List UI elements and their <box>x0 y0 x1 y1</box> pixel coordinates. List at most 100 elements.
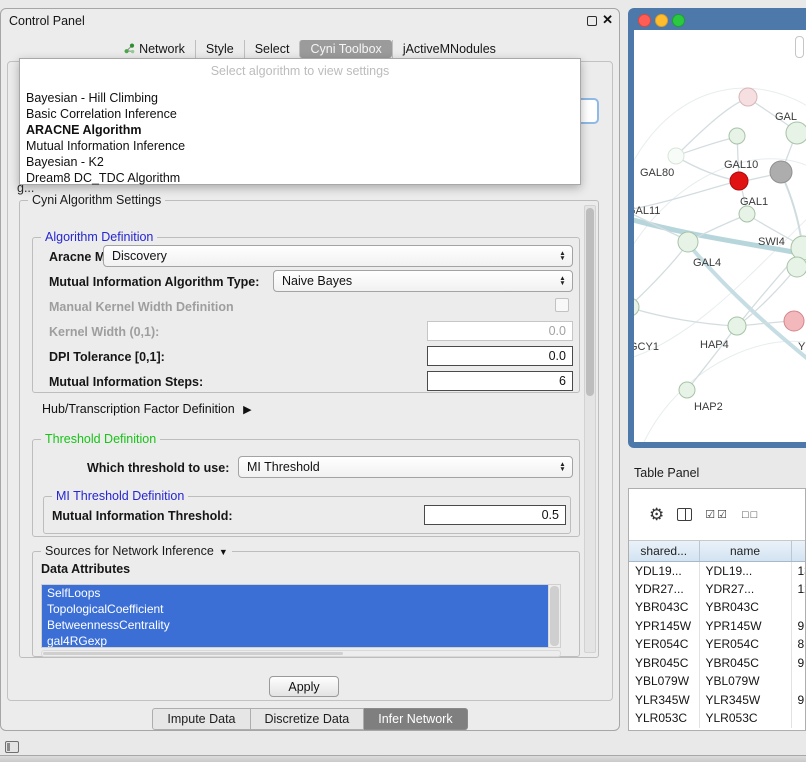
network-node[interactable] <box>739 88 757 106</box>
table-row[interactable]: YLR053CYLR053C <box>629 709 806 728</box>
attribute-item[interactable]: BetweennessCentrality <box>42 617 548 633</box>
tab-impute-data[interactable]: Impute Data <box>152 708 250 730</box>
threshold-definition-title: Threshold Definition <box>41 432 160 446</box>
mi-type-label: Mutual Information Algorithm Type: <box>49 275 259 289</box>
network-node[interactable] <box>728 317 746 335</box>
network-node[interactable] <box>634 298 639 316</box>
network-node[interactable] <box>739 206 755 222</box>
tab-select[interactable]: Select <box>244 40 300 58</box>
table-cell: YBR045C <box>629 654 699 673</box>
network-node[interactable] <box>786 122 806 144</box>
apply-button[interactable]: Apply <box>269 676 339 697</box>
network-node[interactable] <box>787 257 806 277</box>
network-canvas-svg: GALGAL80GAL10GAL11GAL1SWI4GAL4GCY1HAP4HA… <box>634 30 806 442</box>
table-toolbar: ⚙ ☑☑ □□ <box>629 489 805 541</box>
panel-toggle-icon[interactable] <box>5 741 19 753</box>
columns-icon[interactable] <box>677 508 692 521</box>
network-node[interactable] <box>784 311 804 331</box>
table-row[interactable]: YDL19...YDL19...13 <box>629 561 806 580</box>
algorithm-option[interactable]: Basic Correlation Inference <box>20 106 580 122</box>
aracne-mode-value: Discovery <box>112 249 556 263</box>
mi-steps-field[interactable]: 6 <box>427 371 573 391</box>
algorithm-option[interactable]: ARACNE Algorithm <box>20 122 580 138</box>
float-window-icon[interactable] <box>587 16 597 26</box>
network-node[interactable] <box>770 161 792 183</box>
dpi-tolerance-field[interactable]: 0.0 <box>427 346 573 366</box>
attributes-horizontal-scrollbar[interactable] <box>41 650 561 657</box>
attribute-item[interactable]: SelfLoops <box>42 585 548 601</box>
table-row[interactable]: YPR145WYPR145W9. <box>629 617 806 636</box>
tab-discretize-data[interactable]: Discretize Data <box>251 708 365 730</box>
settings-scrollbar-thumb[interactable] <box>586 208 594 396</box>
network-scrollbar[interactable] <box>795 36 804 58</box>
attribute-item[interactable]: TopologicalCoefficient <box>42 601 548 617</box>
network-node[interactable] <box>730 172 748 190</box>
tab-cyni-toolbox[interactable]: Cyni Toolbox <box>299 40 391 58</box>
mi-threshold-label: Mutual Information Threshold: <box>52 509 233 523</box>
table-cell: YBL079W <box>629 672 699 691</box>
network-node-label: HAP4 <box>700 339 729 351</box>
attributes-vertical-scrollbar[interactable] <box>548 585 560 647</box>
deselect-all-icon[interactable]: □□ <box>742 509 759 521</box>
network-node[interactable] <box>791 236 806 260</box>
mi-threshold-field[interactable]: 0.5 <box>424 505 566 525</box>
hub-definition-toggle[interactable]: Hub/Transcription Factor Definition ▶ <box>42 402 252 416</box>
algorithm-option[interactable]: Bayesian - K2 <box>20 154 580 170</box>
table-row[interactable]: YBL079WYBL079W <box>629 672 806 691</box>
tab-jactivemnodules[interactable]: jActiveMNodules <box>392 40 506 58</box>
sources-group: Sources for Network Inference▼ Data Attr… <box>32 551 580 657</box>
mi-steps-label: Mutual Information Steps: <box>49 375 203 389</box>
select-all-icon[interactable]: ☑☑ <box>705 508 729 521</box>
table-cell: YBR045C <box>699 654 791 673</box>
minimize-traffic-light[interactable] <box>655 14 668 27</box>
table-cell: YBR043C <box>629 598 699 617</box>
table-cell: 13 <box>791 561 806 580</box>
table-cell: YBL079W <box>699 672 791 691</box>
algorithm-definition-title: Algorithm Definition <box>41 230 157 244</box>
network-view-window: GALGAL80GAL10GAL11GAL1SWI4GAL4GCY1HAP4HA… <box>628 8 806 448</box>
threshold-definition-group: Threshold Definition Which threshold to … <box>32 439 580 537</box>
table-cell: 9. <box>791 654 806 673</box>
manual-kernel-checkbox[interactable] <box>555 298 569 312</box>
close-icon[interactable]: ✕ <box>602 12 613 28</box>
network-node[interactable] <box>679 382 695 398</box>
tab-infer-network[interactable]: Infer Network <box>364 708 467 730</box>
table-row[interactable]: YBR045CYBR045C9. <box>629 654 806 673</box>
settings-scrollbar[interactable] <box>584 205 596 653</box>
mi-threshold-title: MI Threshold Definition <box>52 489 188 503</box>
close-traffic-light[interactable] <box>638 14 651 27</box>
bottom-tab-bar: Impute DataDiscretize DataInfer Network <box>1 708 619 730</box>
sources-title[interactable]: Sources for Network Inference▼ <box>41 544 232 558</box>
network-node[interactable] <box>729 128 745 144</box>
table-row[interactable]: YER054CYER054C8. <box>629 635 806 654</box>
column-header-name[interactable]: name <box>699 541 791 561</box>
network-node[interactable] <box>678 232 698 252</box>
spinner-arrows-icon: ▲▼ <box>556 276 569 286</box>
algorithm-dropdown: Select algorithm to view settings Bayesi… <box>19 58 581 185</box>
aracne-mode-select[interactable]: Discovery ▲▼ <box>103 245 573 267</box>
gear-icon[interactable]: ⚙ <box>649 505 664 525</box>
algorithm-option[interactable]: Mutual Information Inference <box>20 138 580 154</box>
table-row[interactable]: YDR27...YDR27...12 <box>629 580 806 599</box>
main-tab-bar: NetworkStyle Select Cyni ToolboxjActiveMNo… <box>1 37 619 60</box>
algorithm-option[interactable]: Dream8 DC_TDC Algorithm <box>20 170 580 186</box>
mi-type-select[interactable]: Naive Bayes ▲▼ <box>273 270 573 292</box>
mi-threshold-group: MI Threshold Definition Mutual Informati… <box>43 496 571 534</box>
kernel-width-field[interactable]: 0.0 <box>427 321 573 341</box>
network-node[interactable] <box>668 148 684 164</box>
which-threshold-select[interactable]: MI Threshold ▲▼ <box>238 456 573 478</box>
tab-label: Select <box>255 42 290 56</box>
network-canvas[interactable]: GALGAL80GAL10GAL11GAL1SWI4GAL4GCY1HAP4HA… <box>634 30 806 442</box>
column-header-extra[interactable] <box>791 541 806 561</box>
tab-network[interactable]: Network <box>114 40 195 58</box>
algorithm-option[interactable]: Bayesian - Hill Climbing <box>20 90 580 106</box>
column-header-shared[interactable]: shared... <box>629 541 699 561</box>
table-row[interactable]: YLR345WYLR345W9. <box>629 691 806 710</box>
zoom-traffic-light[interactable] <box>672 14 685 27</box>
tab-style[interactable]: Style <box>195 40 244 58</box>
table-cell: YER054C <box>699 635 791 654</box>
table-row[interactable]: YBR043CYBR043C <box>629 598 806 617</box>
bottom-strip <box>0 755 806 762</box>
table-cell <box>791 672 806 691</box>
attribute-item[interactable]: gal4RGexp <box>42 633 548 647</box>
